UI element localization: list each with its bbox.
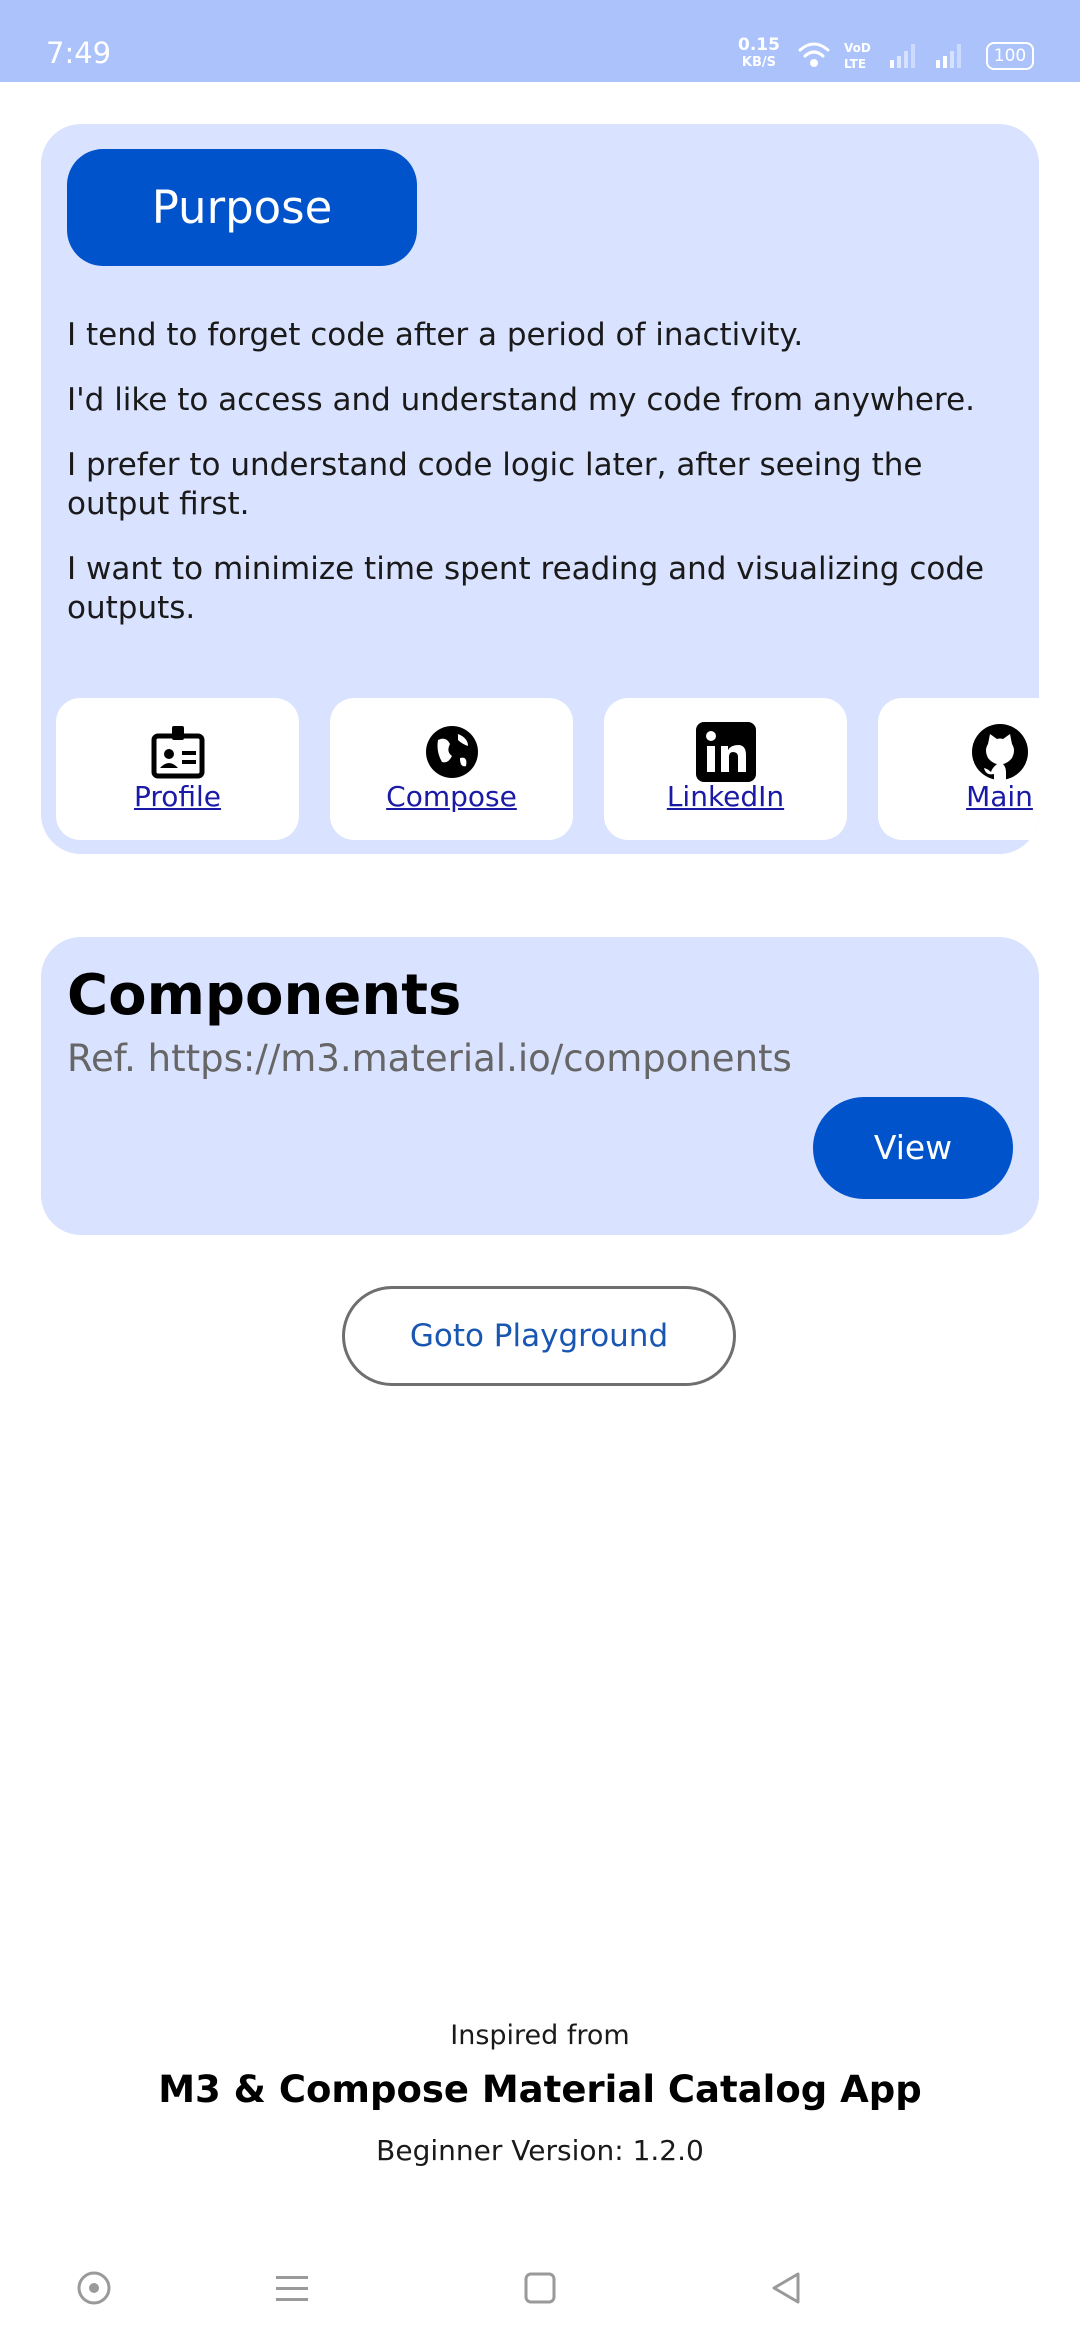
signal-icon (936, 44, 961, 68)
goto-playground-button[interactable]: Goto Playground (342, 1286, 736, 1386)
footer-app-name: M3 & Compose Material Catalog App (158, 2068, 922, 2111)
battery-icon: 100 (986, 42, 1034, 70)
menu-icon[interactable] (270, 2266, 314, 2310)
components-card: Components Ref. https://m3.material.io/c… (41, 937, 1039, 1235)
link-main[interactable]: Main (878, 698, 1039, 840)
components-title: Components (67, 963, 462, 1028)
status-time: 7:49 (46, 36, 112, 70)
link-label[interactable]: Main (878, 780, 1039, 813)
net-speed: 0.15 KB/S (738, 36, 780, 72)
link-label[interactable]: Profile (56, 780, 299, 813)
net-speed-value: 0.15 (738, 35, 780, 55)
purpose-card: Purpose I tend to forget code after a pe… (41, 124, 1039, 854)
wifi-icon (798, 42, 830, 67)
link-label[interactable]: LinkedIn (604, 780, 847, 813)
footer-version: Beginner Version: 1.2.0 (376, 2134, 704, 2167)
links-row[interactable]: Profile Compose LinkedIn Main (56, 698, 1039, 840)
net-speed-unit: KB/S (741, 55, 777, 70)
link-profile[interactable]: Profile (56, 698, 299, 840)
badge-icon (151, 726, 204, 779)
purpose-line: I'd like to access and understand my cod… (67, 382, 975, 418)
link-compose[interactable]: Compose (330, 698, 573, 840)
back-icon[interactable] (764, 2266, 808, 2310)
linkedin-icon (695, 722, 756, 782)
purpose-line: I want to minimize time spent reading an… (67, 551, 985, 626)
purpose-line: I prefer to understand code logic later,… (67, 447, 923, 522)
svg-text:LTE: LTE (844, 57, 866, 71)
link-label[interactable]: Compose (330, 780, 573, 813)
home-icon[interactable] (518, 2266, 562, 2310)
footer-inspired: Inspired from (450, 2020, 630, 2051)
assistant-icon[interactable] (72, 2266, 116, 2310)
purpose-title: Purpose (67, 149, 417, 266)
globe-icon (425, 726, 478, 778)
volte-icon: VoD LTE (844, 41, 871, 71)
purpose-text: I tend to forget code after a period of … (67, 316, 1027, 654)
view-button[interactable]: View (813, 1097, 1013, 1199)
status-bar: 7:49 0.15 KB/S VoD LTE 100 (0, 0, 1080, 82)
signal-icon (890, 44, 915, 68)
purpose-line: I tend to forget code after a period of … (67, 317, 804, 353)
status-icons: VoD LTE (798, 41, 961, 71)
components-ref: Ref. https://m3.material.io/components (67, 1037, 792, 1080)
svg-text:VoD: VoD (844, 41, 871, 55)
github-icon (971, 724, 1028, 780)
link-linkedin[interactable]: LinkedIn (604, 698, 847, 840)
nav-bar (0, 2240, 1080, 2340)
